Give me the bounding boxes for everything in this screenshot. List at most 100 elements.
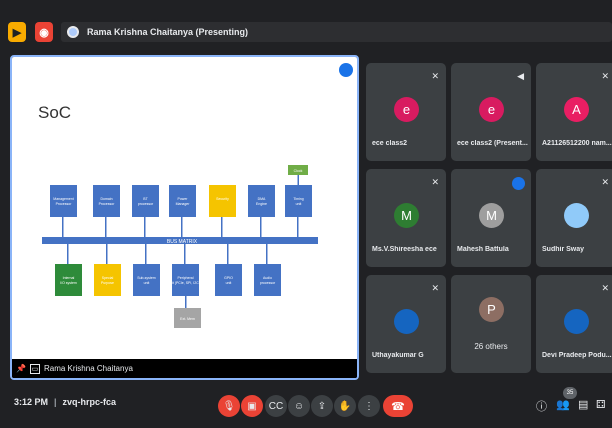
mic-off-button[interactable]: 🎙: [218, 395, 240, 417]
top-block-label: processor: [138, 202, 154, 206]
bottom-block: [55, 264, 82, 296]
top-block-label: Timing: [293, 197, 303, 201]
top-block-label: Security: [216, 197, 229, 201]
captions-icon: CC: [268, 400, 284, 412]
bottom-connector: [184, 244, 186, 264]
chat-icon[interactable]: ▤: [578, 398, 588, 411]
bottom-block-label: unit: [226, 281, 232, 285]
bottom-block: [254, 264, 281, 296]
participant-tile[interactable]: A ✕ A21126512200 nam...: [536, 63, 612, 161]
top-bar: ▶ ◉ Rama Krishna Chaitanya (Presenting): [0, 0, 612, 46]
bottom-block-label: Purpose: [101, 281, 114, 285]
top-block-label: Domain: [100, 197, 112, 201]
bottom-connector: [227, 244, 229, 264]
participant-tile[interactable]: e ✕ ece class2: [366, 63, 446, 161]
emoji-icon: ☺: [293, 400, 305, 412]
mic-off-icon: ✕: [431, 283, 439, 293]
participant-count-badge: 35: [563, 387, 577, 399]
ext-mem-label: Ext. Mem: [180, 317, 195, 321]
separator: |: [54, 397, 57, 407]
bottom-connector: [106, 244, 108, 264]
phone-hangup-icon: ☎: [391, 400, 405, 413]
participant-avatar: [564, 309, 589, 334]
presentation-stage[interactable]: SoC BUS MATRIX Management Processor Domain P…: [10, 55, 359, 380]
present-button[interactable]: ⇪: [311, 395, 333, 417]
camera-off-icon: ▣: [247, 400, 257, 412]
mic-off-icon: 🎙: [222, 400, 236, 412]
top-connector: [105, 217, 107, 237]
people-icon[interactable]: 👥: [556, 398, 570, 411]
bottom-block-label: processor: [260, 281, 276, 285]
participant-tile[interactable]: M Mahesh Battula: [451, 169, 531, 267]
presenter-name: Rama Krishna Chaitanya: [43, 364, 133, 373]
bottom-block-label: GPIO: [224, 276, 233, 280]
top-block: [50, 185, 77, 217]
participant-tile[interactable]: ✕ Uthayakumar G: [366, 275, 446, 373]
raise-hand-button[interactable]: ✋: [334, 395, 356, 417]
more-vert-icon: ⋮: [364, 400, 374, 412]
participant-avatar: [394, 309, 419, 334]
top-block-label: unit: [296, 202, 302, 206]
top-connector: [181, 217, 183, 237]
bottom-block: [94, 264, 121, 296]
top-connector: [144, 217, 146, 237]
mic-off-icon: ✕: [431, 177, 439, 187]
bottom-block-label: Special: [102, 276, 114, 280]
participant-avatar: M: [479, 203, 504, 228]
others-count-label: 26 others: [474, 342, 508, 351]
top-connector: [297, 217, 299, 237]
top-block: [285, 185, 312, 217]
present-icon: ⇪: [317, 400, 327, 412]
clock-time: 3:12 PM: [14, 397, 49, 407]
emoji-button[interactable]: ☺: [288, 395, 310, 417]
hand-icon: ✋: [338, 400, 352, 412]
captions-button[interactable]: CC: [265, 395, 287, 417]
activities-icon[interactable]: ⚃: [596, 398, 606, 411]
top-block: [93, 185, 120, 217]
soc-block-diagram: BUS MATRIXManagementProcessorDomainProce…: [42, 165, 318, 328]
participant-tile[interactable]: P 26 others: [451, 275, 531, 373]
mic-off-icon: ✕: [601, 283, 609, 293]
mic-off-icon: ✕: [601, 177, 609, 187]
top-block-label: Manager: [176, 202, 191, 206]
top-block: [169, 185, 196, 217]
bottom-block-label: Sub-system: [137, 276, 156, 280]
presenting-indicator-icon[interactable]: ▶: [8, 22, 26, 42]
bus-matrix-label: BUS MATRIX: [167, 239, 198, 245]
leave-call-button[interactable]: ☎: [383, 395, 413, 417]
participant-tile[interactable]: ✕ Devi Pradeep Podu...: [536, 275, 612, 373]
participant-tile[interactable]: e ◀ ece class2 (Present...: [451, 63, 531, 161]
top-block-label: Engine: [256, 202, 267, 206]
camera-off-button[interactable]: ▣: [241, 395, 263, 417]
top-block-label: Processor: [99, 202, 116, 206]
participant-tile[interactable]: ✕ Sudhir Sway: [536, 169, 612, 267]
mic-off-icon: ✕: [601, 71, 609, 81]
participant-name: Devi Pradeep Podu...: [542, 352, 612, 359]
presenter-chip[interactable]: Rama Krishna Chaitanya (Presenting): [61, 22, 612, 42]
participant-name: Uthayakumar G: [372, 352, 424, 359]
info-icon[interactable]: ⓘ: [536, 398, 547, 414]
more-options-button[interactable]: ⋮: [358, 395, 380, 417]
participant-avatar: [564, 203, 589, 228]
clock-block-label: Clock: [294, 169, 303, 173]
presenter-avatar-icon: [67, 26, 79, 38]
top-block: [132, 185, 159, 217]
bottom-block-label: Internal: [63, 276, 75, 280]
bottom-block: [172, 264, 199, 296]
participant-tile[interactable]: M ✕ Ms.V.Shireesha ece: [366, 169, 446, 267]
top-block-label: Processor: [56, 202, 73, 206]
voice-activity-icon: [339, 63, 353, 77]
pin-icon[interactable]: 📌: [16, 364, 26, 373]
bottom-connector: [67, 244, 69, 264]
bottom-bar: 3:12 PM | zvq-hrpc-fca 🎙 ▣ CC ☺ ⇪ ✋ ⋮ ☎ ⓘ 👥 35…: [0, 386, 612, 428]
participant-avatar: P: [479, 297, 504, 322]
stop-presenting-icon[interactable]: ◉: [35, 22, 53, 42]
clock-connector: [297, 175, 299, 185]
meeting-info: 3:12 PM | zvq-hrpc-fca: [14, 397, 116, 407]
participant-name: ece class2 (Present...: [457, 140, 528, 147]
bottom-block-label: unit: [144, 281, 150, 285]
bottom-block-label: Peripheral: [178, 276, 194, 280]
top-connector: [260, 217, 262, 237]
bottom-connector: [145, 244, 147, 264]
top-block: [209, 185, 236, 217]
